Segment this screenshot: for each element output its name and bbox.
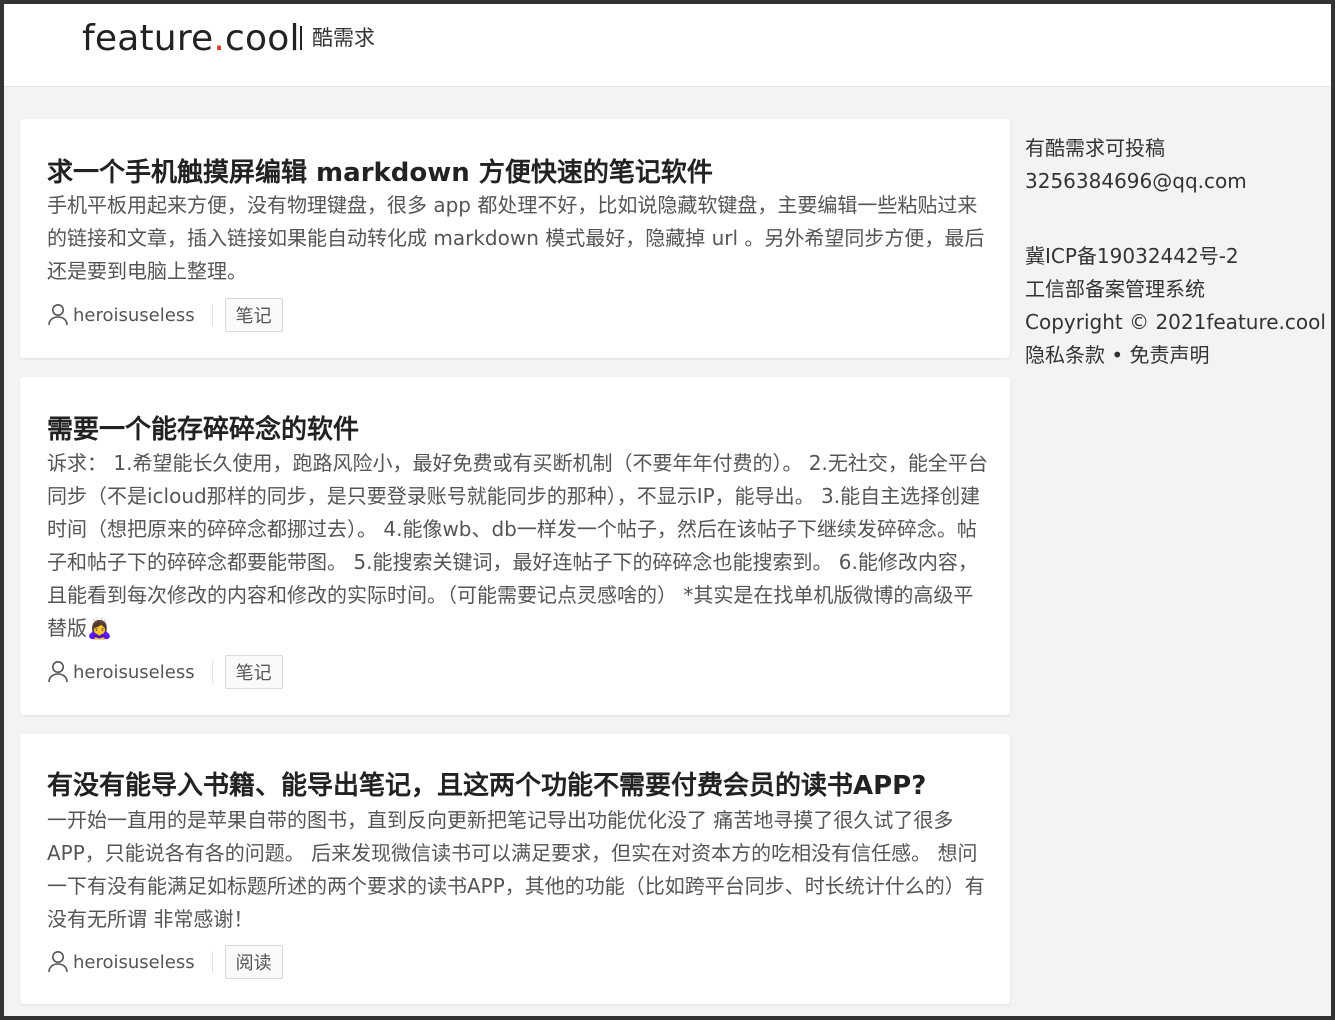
meta-divider	[211, 304, 213, 326]
tag-badge[interactable]: 阅读	[224, 945, 283, 979]
logo-subtitle: 酷需求	[312, 26, 375, 50]
email-link[interactable]: 3256384696@qq.com	[1025, 169, 1247, 193]
post-title[interactable]: 有没有能导入书籍、能导出笔记，且这两个功能不需要付费会员的读书APP?	[47, 765, 926, 802]
logo-main: feature	[82, 18, 214, 59]
user-icon	[48, 304, 68, 326]
copyright-text: Copyright © 2021feature.cool	[1025, 310, 1326, 334]
logo-tld: cool	[225, 18, 300, 59]
post-excerpt: 诉求： 1.希望能长久使用，跑路风险小，最好免费或有买断机制（不要年年付费的）。…	[47, 451, 988, 640]
post-meta: heroisuseless 笔记	[47, 655, 283, 689]
user-icon	[48, 951, 68, 973]
legal-links: 隐私条款 • 免责声明	[1025, 339, 1325, 372]
post-meta: heroisuseless 笔记	[47, 298, 283, 332]
submit-prompt: 有酷需求可投稿	[1025, 136, 1165, 160]
user-icon	[48, 661, 68, 683]
post-meta: heroisuseless 阅读	[47, 945, 283, 979]
tag-badge[interactable]: 笔记	[224, 298, 283, 332]
page: feature.cool 酷需求 求一个手机触摸屏编辑 markdown 方便快…	[4, 4, 1331, 1016]
post-card: 有没有能导入书籍、能导出笔记，且这两个功能不需要付费会员的读书APP? 一开始一…	[20, 734, 1010, 1004]
site-header: feature.cool 酷需求	[4, 4, 1331, 87]
privacy-link[interactable]: 隐私条款	[1025, 343, 1105, 367]
logo-dot: .	[213, 18, 226, 59]
miit-link[interactable]: 工信部备案管理系统	[1025, 277, 1205, 301]
disclaimer-link[interactable]: 免责声明	[1130, 343, 1210, 367]
tag-badge[interactable]: 笔记	[224, 655, 283, 689]
icp-link[interactable]: 冀ICP备19032442号-2	[1025, 244, 1239, 268]
author-link[interactable]: heroisuseless	[73, 305, 195, 326]
author-link[interactable]: heroisuseless	[73, 662, 195, 683]
post-card: 需要一个能存碎碎念的软件 诉求： 1.希望能长久使用，跑路风险小，最好免费或有买…	[20, 377, 1010, 715]
post-excerpt: 一开始一直用的是苹果自带的图书，直到反向更新把笔记导出功能优化没了 痛苦地寻摸了…	[47, 808, 985, 931]
legal-separator: •	[1105, 343, 1130, 367]
author-link[interactable]: heroisuseless	[73, 952, 195, 973]
site-logo[interactable]: feature.cool	[82, 18, 300, 59]
meta-divider	[211, 661, 213, 683]
post-title[interactable]: 求一个手机触摸屏编辑 markdown 方便快速的笔记软件	[47, 152, 713, 189]
logo-divider	[300, 26, 302, 50]
sidebar: 有酷需求可投稿 3256384696@qq.com 冀ICP备19032442号…	[1025, 132, 1326, 372]
post-card: 求一个手机触摸屏编辑 markdown 方便快速的笔记软件 手机平板用起来方便，…	[20, 119, 1010, 358]
post-title[interactable]: 需要一个能存碎碎念的软件	[47, 409, 359, 446]
post-excerpt: 手机平板用起来方便，没有物理键盘，很多 app 都处理不好，比如说隐藏软键盘，主…	[47, 193, 985, 283]
meta-divider	[211, 951, 213, 973]
